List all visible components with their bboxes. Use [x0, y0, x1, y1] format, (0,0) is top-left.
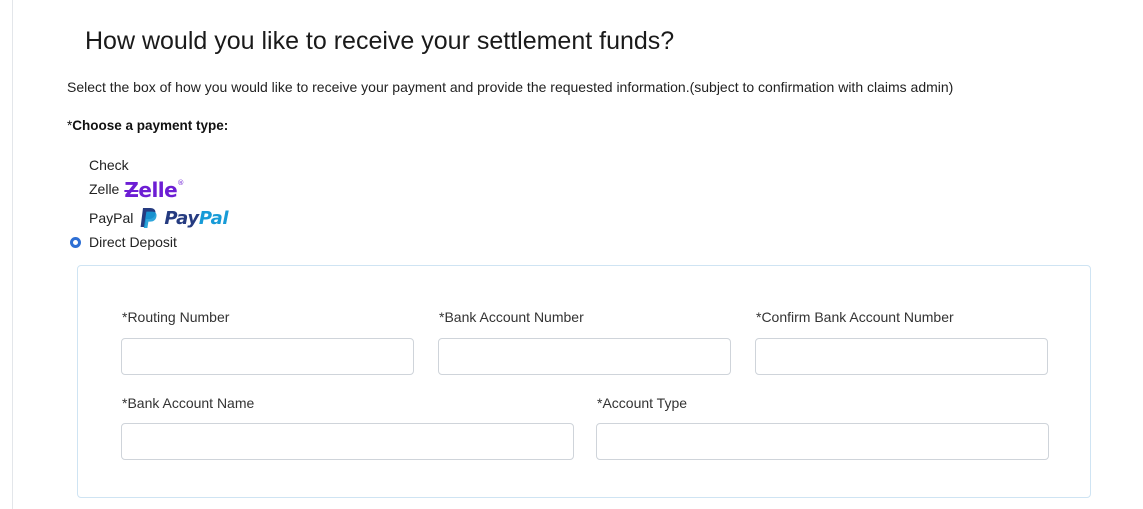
paypal-pal-text: Pal [198, 207, 229, 229]
paypal-radio[interactable] [70, 213, 81, 224]
confirm-bank-account-number-label: *Confirm Bank Account Number [756, 309, 954, 325]
paypal-pay-text: Pay [164, 207, 199, 229]
paypal-label: PayPal [89, 210, 134, 226]
direct-deposit-panel: *Routing Number *Bank Account Number *Co… [77, 265, 1091, 498]
direct-deposit-label: Direct Deposit [89, 234, 177, 250]
paypal-p-icon [140, 208, 157, 228]
account-type-label: *Account Type [597, 395, 688, 411]
payment-type-heading: *Choose a payment type: [67, 118, 228, 133]
page-title: How would you like to receive your settl… [85, 27, 675, 55]
bank-account-number-input[interactable] [438, 338, 731, 375]
bank-account-number-label: *Bank Account Number [439, 309, 584, 325]
routing-number-label: *Routing Number [122, 309, 230, 325]
zelle-radio[interactable] [70, 184, 81, 195]
instructions-text: Select the box of how you would like to … [67, 79, 954, 95]
direct-deposit-radio[interactable] [70, 236, 81, 248]
payment-option-paypal[interactable]: PayPal Pay Pal [70, 207, 229, 229]
payment-option-check[interactable]: Check [70, 155, 129, 175]
left-border-rule [12, 0, 13, 509]
zelle-logo-icon: Zelle® [124, 178, 184, 202]
zelle-label: Zelle [89, 181, 120, 197]
routing-number-input[interactable] [121, 338, 414, 375]
payment-type-label: Choose a payment type: [72, 118, 229, 133]
check-radio[interactable] [70, 160, 81, 171]
payment-option-direct-deposit[interactable]: Direct Deposit [70, 232, 177, 252]
confirm-bank-account-number-input[interactable] [755, 338, 1048, 375]
account-type-input[interactable] [596, 423, 1049, 460]
paypal-logo-icon: Pay Pal [138, 207, 229, 229]
check-label: Check [89, 157, 129, 173]
payment-option-zelle[interactable]: Zelle Zelle® [70, 178, 184, 202]
bank-account-name-label: *Bank Account Name [122, 395, 255, 411]
bank-account-name-input[interactable] [121, 423, 574, 460]
